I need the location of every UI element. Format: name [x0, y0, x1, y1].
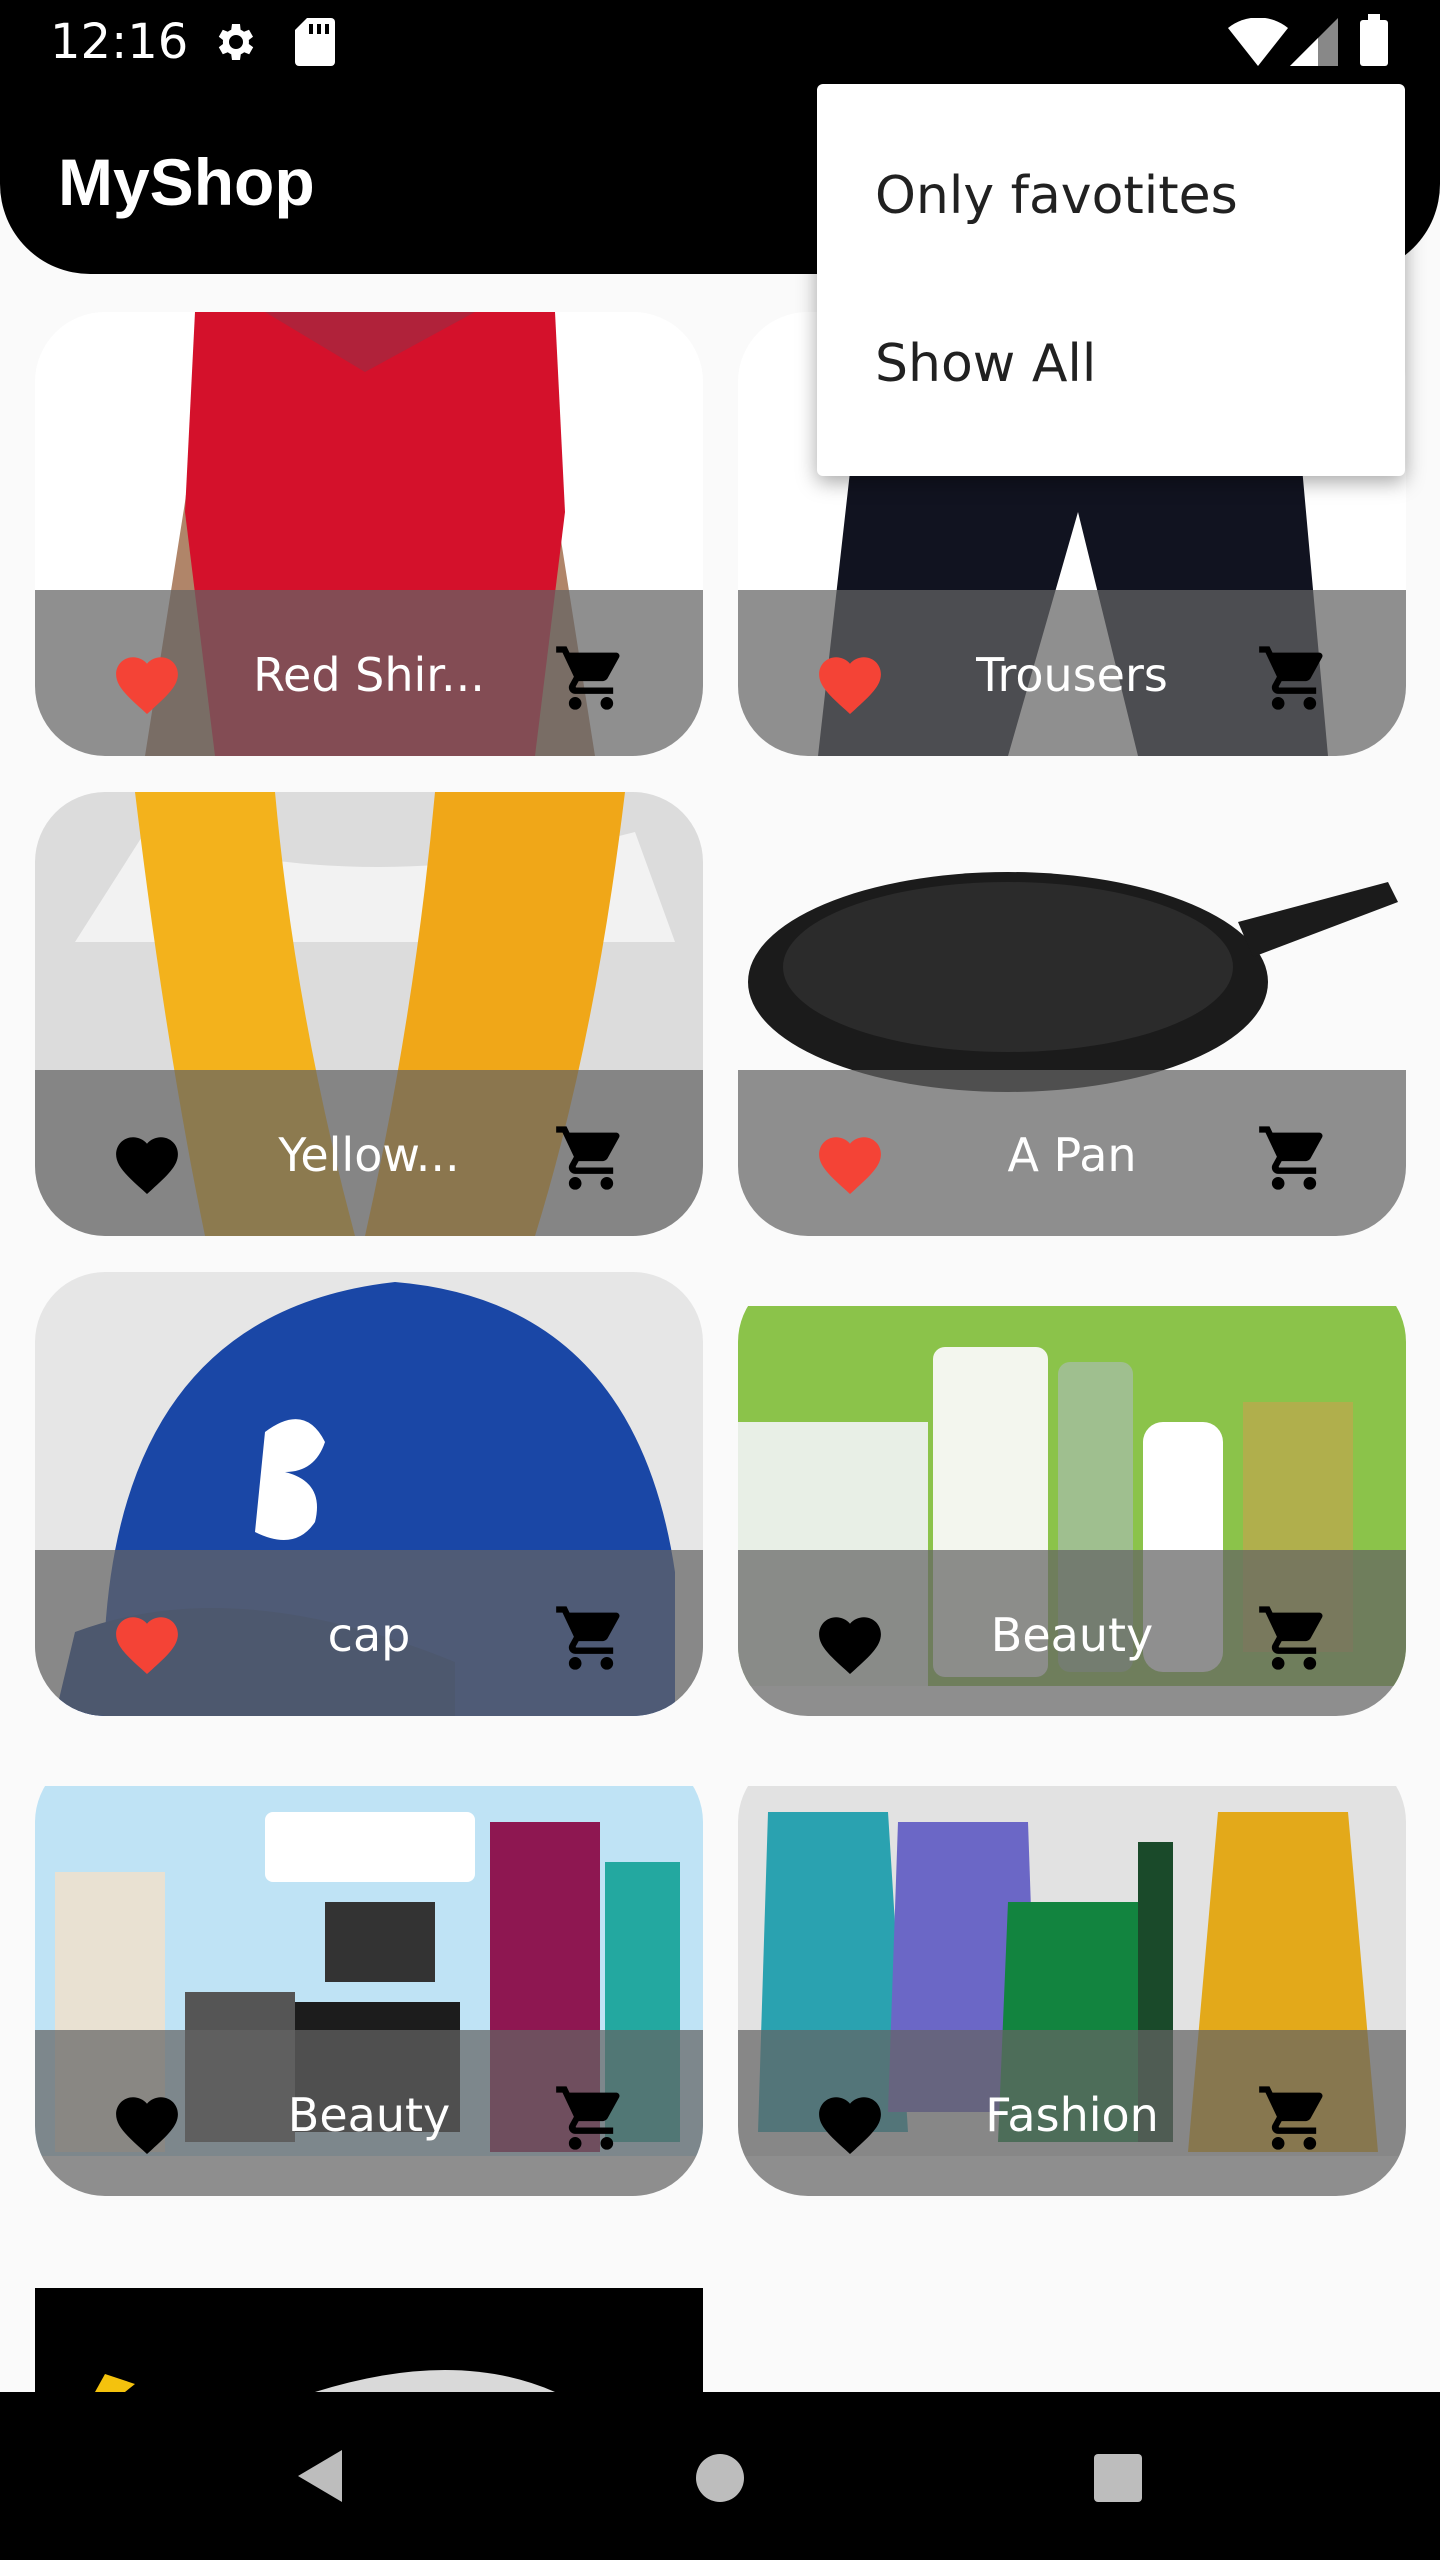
- heart-icon[interactable]: [812, 648, 888, 716]
- product-title: cap: [327, 1608, 411, 1662]
- cart-icon[interactable]: [553, 640, 629, 716]
- home-icon[interactable]: [694, 2452, 746, 2504]
- status-bar: 12:16: [0, 0, 1440, 84]
- cart-icon[interactable]: [1256, 1120, 1332, 1196]
- cart-icon[interactable]: [553, 1600, 629, 1676]
- product-title: Fashion: [985, 2088, 1159, 2142]
- product-tile[interactable]: Beauty: [35, 1752, 703, 2196]
- product-tile[interactable]: cap: [35, 1272, 703, 1716]
- app-title: MyShop: [58, 145, 315, 219]
- product-tile[interactable]: Beauty: [738, 1272, 1406, 1716]
- menu-item-only-favorites[interactable]: Only favotites: [817, 112, 1405, 280]
- product-tile-partial[interactable]: [35, 2288, 703, 2392]
- cart-icon[interactable]: [1256, 640, 1332, 716]
- product-title: Red Shir...: [253, 648, 485, 702]
- heart-icon[interactable]: [812, 1608, 888, 1676]
- gear-icon: [210, 18, 258, 70]
- product-title: A Pan: [1007, 1128, 1137, 1182]
- back-icon[interactable]: [290, 2446, 346, 2506]
- heart-icon[interactable]: [109, 648, 185, 716]
- battery-icon: [1360, 14, 1388, 70]
- product-title: Beauty: [287, 2088, 451, 2142]
- product-image-partial: [35, 2288, 703, 2392]
- signal-icon: [1290, 18, 1338, 70]
- cart-icon[interactable]: [1256, 1600, 1332, 1676]
- heart-icon[interactable]: [109, 2088, 185, 2156]
- product-title: Yellow...: [278, 1128, 460, 1182]
- product-title: Trousers: [976, 648, 1168, 702]
- menu-item-show-all[interactable]: Show All: [817, 280, 1405, 448]
- cart-icon[interactable]: [553, 2080, 629, 2156]
- product-tile[interactable]: Fashion: [738, 1752, 1406, 2196]
- navigation-bar: [0, 2392, 1440, 2560]
- product-tile[interactable]: A Pan: [738, 792, 1406, 1236]
- product-title: Beauty: [990, 1608, 1154, 1662]
- cart-icon[interactable]: [553, 1120, 629, 1196]
- heart-icon[interactable]: [812, 1128, 888, 1196]
- cart-icon[interactable]: [1256, 2080, 1332, 2156]
- heart-icon[interactable]: [109, 1128, 185, 1196]
- recents-icon[interactable]: [1090, 2450, 1146, 2506]
- product-tile[interactable]: Yellow...: [35, 792, 703, 1236]
- heart-icon[interactable]: [109, 1608, 185, 1676]
- sd-card-icon: [295, 18, 335, 70]
- heart-icon[interactable]: [812, 2088, 888, 2156]
- wifi-icon: [1228, 17, 1288, 70]
- filter-popup-menu: Only favotites Show All: [817, 84, 1405, 476]
- product-tile[interactable]: Red Shir...: [35, 312, 703, 756]
- status-time: 12:16: [50, 14, 189, 70]
